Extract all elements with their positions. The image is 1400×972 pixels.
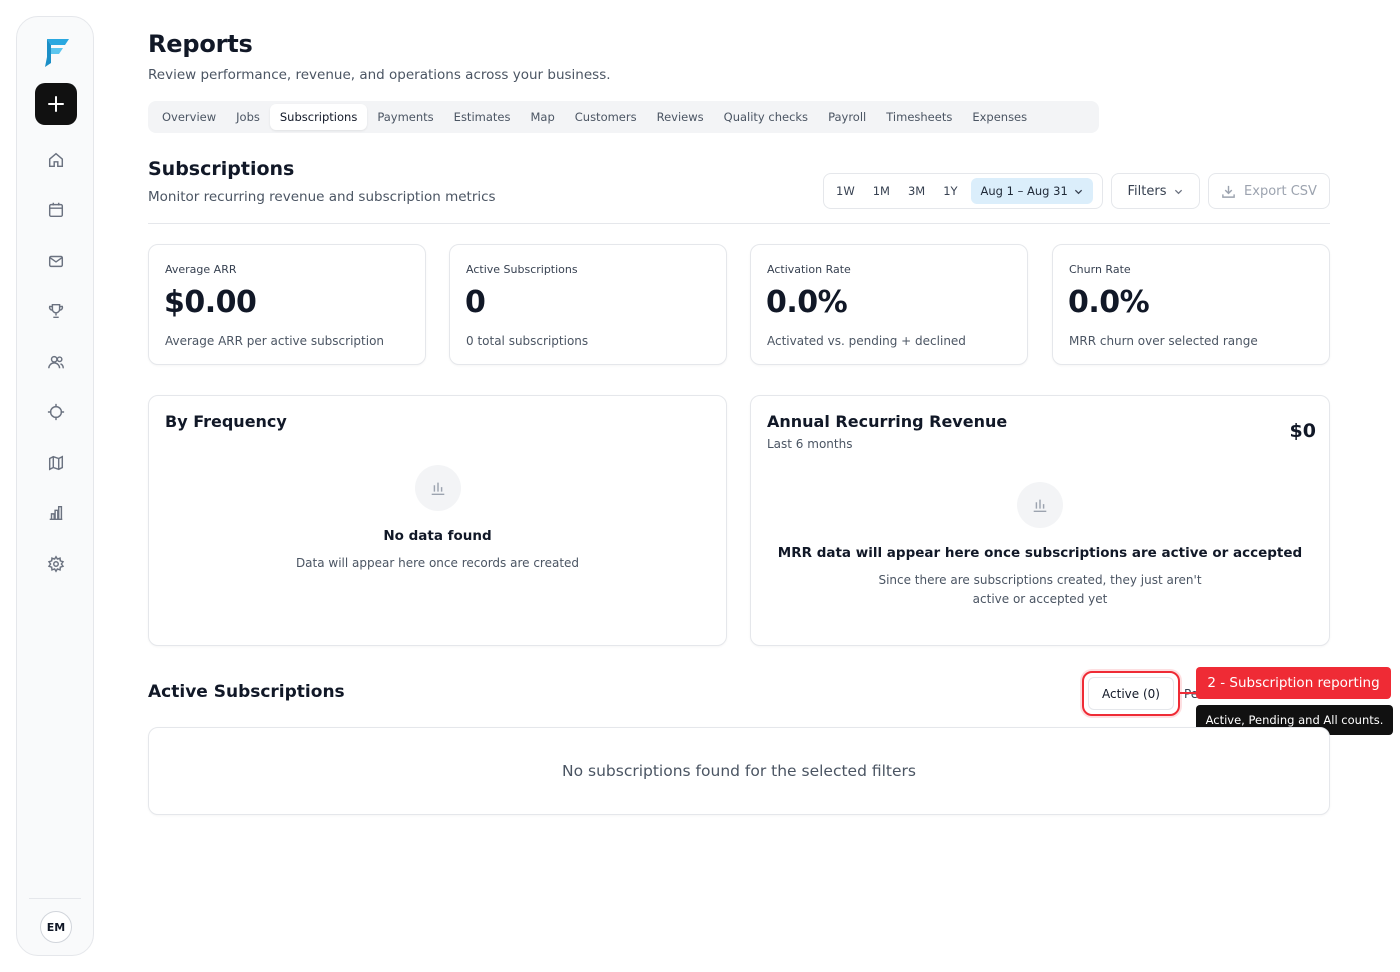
empty-state-title: No data found <box>383 528 492 544</box>
range-1w-button[interactable]: 1W <box>827 179 864 203</box>
nav-calendar[interactable] <box>46 200 66 220</box>
metric-description: MRR churn over selected range <box>1069 334 1258 348</box>
nav-settings[interactable] <box>46 554 66 574</box>
arr-amount: $0 <box>1289 420 1316 442</box>
bar-chart-icon <box>49 505 63 521</box>
brand-logo-icon[interactable] <box>41 35 71 67</box>
metric-card-churn-rate: Churn Rate 0.0% MRR churn over selected … <box>1052 244 1330 365</box>
chart-placeholder-icon <box>415 465 461 511</box>
metric-description: Average ARR per active subscription <box>165 334 385 348</box>
panel-title: By Frequency <box>165 412 287 431</box>
users-icon <box>48 355 64 369</box>
arr-panel: Annual Recurring Revenue Last 6 months $… <box>750 395 1330 646</box>
metric-card-active-subscriptions: Active Subscriptions 0 0 total subscript… <box>449 244 727 365</box>
tab-timesheets[interactable]: Timesheets <box>876 104 962 130</box>
export-csv-label: Export CSV <box>1244 183 1317 199</box>
filters-label: Filters <box>1127 183 1167 199</box>
tab-quality-checks[interactable]: Quality checks <box>714 104 818 130</box>
subscriptions-table-empty: No subscriptions found for the selected … <box>148 727 1330 815</box>
section-title: Subscriptions <box>148 158 295 180</box>
metric-label: Active Subscriptions <box>466 263 578 276</box>
empty-state-title: MRR data will appear here once subscript… <box>777 545 1303 561</box>
empty-state-description-line2: active or accepted yet <box>972 592 1108 606</box>
metric-label: Activation Rate <box>767 263 851 276</box>
metric-value: 0 <box>465 285 486 320</box>
tab-jobs[interactable]: Jobs <box>226 104 270 130</box>
chevron-down-icon <box>1175 189 1183 194</box>
nav-customers[interactable] <box>46 352 66 372</box>
metric-description: Activated vs. pending + declined <box>767 334 966 348</box>
date-range-label: Aug 1 – Aug 31 <box>980 184 1068 198</box>
nav-rewards[interactable] <box>46 301 66 321</box>
nav-home[interactable] <box>46 150 66 170</box>
user-avatar[interactable]: EM <box>40 911 72 943</box>
tab-reviews[interactable]: Reviews <box>647 104 714 130</box>
by-frequency-panel: By Frequency No data found Data will app… <box>148 395 727 646</box>
tab-map[interactable]: Map <box>520 104 564 130</box>
sidebar: EM <box>16 16 94 956</box>
nav-target[interactable] <box>46 402 66 422</box>
nav-reports[interactable] <box>46 503 66 523</box>
add-button[interactable] <box>35 83 77 125</box>
metric-description: 0 total subscriptions <box>466 334 589 348</box>
page-title: Reports <box>148 30 253 58</box>
calendar-icon <box>48 202 64 218</box>
annotation-callout: 2 - Subscription reporting <box>1196 667 1391 699</box>
metric-value: 0.0% <box>1068 285 1150 320</box>
date-range-selector: 1W 1M 3M 1Y Aug 1 – Aug 31 <box>823 173 1103 209</box>
date-range-dropdown[interactable]: Aug 1 – Aug 31 <box>970 178 1093 204</box>
tab-payroll[interactable]: Payroll <box>818 104 876 130</box>
empty-table-message: No subscriptions found for the selected … <box>562 762 916 780</box>
tab-estimates[interactable]: Estimates <box>444 104 521 130</box>
target-icon <box>47 403 65 421</box>
mail-icon <box>48 255 64 268</box>
gear-icon <box>47 555 65 573</box>
export-csv-button[interactable]: Export CSV <box>1208 173 1330 209</box>
section-subtitle: Monitor recurring revenue and subscripti… <box>148 189 496 205</box>
empty-state-description: Data will appear here once records are c… <box>295 556 580 570</box>
metric-card-average-arr: Average ARR $0.00 Average ARR per active… <box>148 244 426 365</box>
metric-value: 0.0% <box>766 285 848 320</box>
tab-expenses[interactable]: Expenses <box>962 104 1037 130</box>
panel-title: Annual Recurring Revenue <box>767 412 1008 431</box>
active-filter-chip[interactable]: Active (0) <box>1088 677 1174 710</box>
chart-placeholder-icon <box>1017 482 1063 528</box>
page-subtitle: Review performance, revenue, and operati… <box>148 67 611 83</box>
panel-subtitle: Last 6 months <box>767 437 853 451</box>
filters-button[interactable]: Filters <box>1111 173 1200 209</box>
tab-payments[interactable]: Payments <box>367 104 443 130</box>
download-icon <box>1222 185 1235 198</box>
sidebar-divider <box>29 898 81 899</box>
home-icon <box>48 152 64 168</box>
range-1m-button[interactable]: 1M <box>864 179 899 203</box>
plus-icon <box>48 96 64 112</box>
header-divider <box>148 223 1330 224</box>
metric-value: $0.00 <box>164 285 257 320</box>
tab-customers[interactable]: Customers <box>565 104 647 130</box>
map-icon <box>48 455 64 471</box>
metric-card-activation-rate: Activation Rate 0.0% Activated vs. pendi… <box>750 244 1028 365</box>
trophy-icon <box>48 303 64 319</box>
nav-map[interactable] <box>46 453 66 473</box>
report-tabs: Overview Jobs Subscriptions Payments Est… <box>148 101 1099 133</box>
active-subscriptions-title: Active Subscriptions <box>148 682 345 702</box>
range-3m-button[interactable]: 3M <box>899 179 934 203</box>
range-1y-button[interactable]: 1Y <box>934 179 966 203</box>
tab-overview[interactable]: Overview <box>152 104 226 130</box>
metric-label: Churn Rate <box>1069 263 1131 276</box>
tab-subscriptions[interactable]: Subscriptions <box>269 104 368 130</box>
empty-state-description-line1: Since there are subscriptions created, t… <box>878 573 1202 587</box>
chevron-down-icon <box>1074 189 1082 194</box>
nav-inbox[interactable] <box>46 251 66 271</box>
metric-label: Average ARR <box>165 263 237 276</box>
